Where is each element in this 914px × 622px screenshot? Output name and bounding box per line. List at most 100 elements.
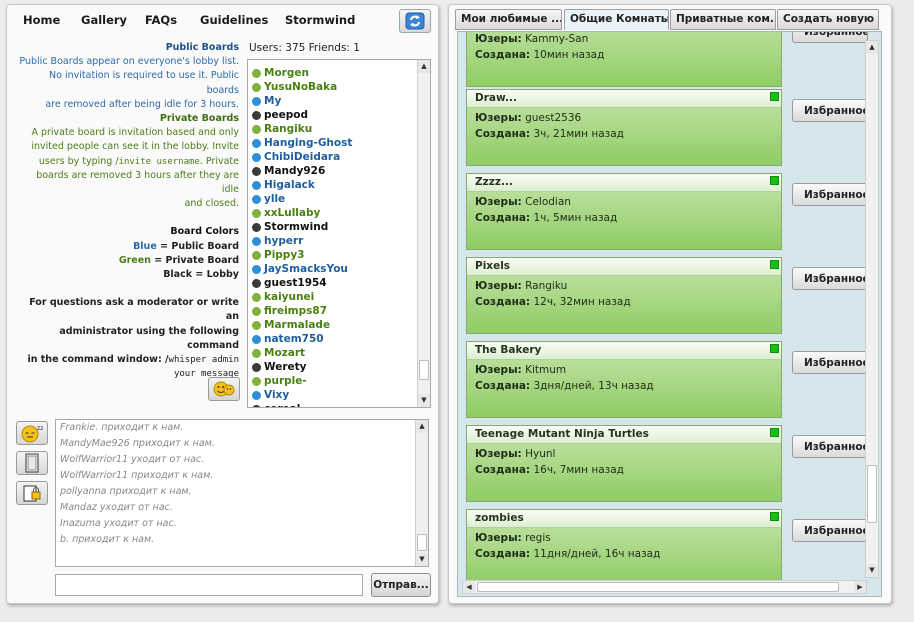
user-list-item[interactable]: ChibiDeidara [252, 150, 340, 164]
room-list-scrollbar[interactable]: ▲ ▼ [865, 40, 879, 578]
room-status-icon [770, 428, 779, 437]
scroll-right-arrow[interactable]: ▶ [854, 581, 866, 593]
refresh-button[interactable] [399, 9, 431, 33]
user-list-item[interactable]: Morgen [252, 66, 309, 80]
room-users-label: Юзеры: [475, 33, 522, 45]
room-created: Создана: 12ч, 32мин назад [475, 296, 631, 308]
user-name: Mandy926 [264, 165, 326, 177]
room-title: Pixels [475, 260, 511, 272]
whisper-command: whisper admin [168, 355, 239, 366]
user-list-item[interactable]: Hanging-Ghost [252, 136, 352, 150]
room-users-label: Юзеры: [475, 280, 522, 292]
room-created: Создана: 1ч, 5мин назад [475, 212, 617, 224]
user-list-item[interactable]: Higalack [252, 178, 315, 192]
scroll-up-arrow[interactable]: ▲ [416, 420, 428, 433]
favorite-button[interactable]: Избранное [792, 519, 868, 542]
user-list[interactable]: Morgen YusuNoBaka My peepod Rangiku Hanging-G… [247, 59, 431, 408]
tab-favorites[interactable]: Мои любимые ... [455, 9, 562, 30]
chat-log-scrollbar[interactable]: ▲ ▼ [415, 420, 428, 566]
user-list-item[interactable]: fireimps87 [252, 304, 327, 318]
board-button[interactable] [16, 451, 48, 475]
user-list-item[interactable]: Mandy926 [252, 164, 325, 178]
room-card[interactable]: Zzzz... Юзеры: Celodian Создана: 1ч, 5мин … [466, 173, 782, 250]
away-button[interactable]: zz [16, 421, 48, 445]
user-list-item[interactable]: purple- [252, 374, 307, 388]
favorite-button[interactable]: Избранное [792, 183, 868, 206]
room-card[interactable]: Юзеры: Kammy-San Создана: 10мин назад [466, 32, 782, 87]
user-list-item[interactable]: Vixy [252, 388, 289, 402]
room-list-hscrollbar[interactable]: ◀ ▶ [462, 580, 867, 594]
chat-message: WolfWarrior11 уходит от нас. [60, 454, 205, 465]
user-list-item[interactable]: Mozart [252, 346, 305, 360]
room-card[interactable]: The Bakery Юзеры: Kitmum Создана: 3дня/дне… [466, 341, 782, 418]
room-created-label: Создана: [475, 49, 531, 61]
user-list-item[interactable]: Marmalade [252, 318, 330, 332]
user-status-dot-icon [252, 110, 261, 120]
favorite-button[interactable]: Избранное [792, 267, 868, 290]
scroll-thumb[interactable] [417, 534, 427, 551]
user-list-item[interactable]: Pippy3 [252, 248, 304, 262]
favorite-button[interactable]: Избранное [792, 99, 868, 122]
user-list-item[interactable]: YusuNoBaka [252, 80, 337, 94]
user-list-scrollbar[interactable]: ▲ ▼ [417, 60, 430, 407]
user-name: hyperr [264, 235, 304, 247]
chat-log[interactable]: Frankie. приходит к нам. MandyMae926 прих… [55, 419, 429, 567]
user-list-item[interactable]: My [252, 94, 281, 108]
favorite-button[interactable]: Избранное [792, 351, 868, 374]
user-name: YusuNoBaka [264, 81, 338, 93]
room-users-value: regis [525, 532, 551, 544]
nav-home[interactable]: Home [23, 13, 60, 27]
room-users: Юзеры: Celodian [475, 196, 571, 208]
room-card[interactable]: Draw... Юзеры: guest2536 Создана: 3ч, 21ми… [466, 89, 782, 166]
user-status-dot-icon [252, 194, 261, 204]
user-list-item[interactable]: ylle [252, 192, 285, 206]
scroll-thumb[interactable] [867, 465, 877, 523]
user-list-item[interactable]: natem750 [252, 332, 324, 346]
favorite-button[interactable]: Избранное [792, 32, 868, 43]
room-created-label: Создана: [475, 212, 531, 224]
scroll-up-arrow[interactable]: ▲ [866, 41, 878, 54]
room-card[interactable]: zombies Юзеры: regis Создана: 11дня/дней, … [466, 509, 782, 586]
tab-public-rooms[interactable]: Общие Комнаты. [564, 9, 669, 30]
tab-private-rooms[interactable]: Приватные ком... [670, 9, 776, 30]
room-card[interactable]: Teenage Mutant Ninja Turtles Юзеры: Hyunl… [466, 425, 782, 502]
user-name: Werety [264, 361, 307, 373]
scroll-thumb[interactable] [477, 582, 839, 592]
nav-guidelines[interactable]: Guidelines [200, 13, 268, 27]
user-list-item[interactable]: guest1954 [252, 276, 327, 290]
scroll-down-arrow[interactable]: ▼ [866, 564, 878, 577]
user-list-item[interactable]: peepod [252, 108, 308, 122]
nav-faqs[interactable]: FAQs [145, 13, 177, 27]
board-info: Public Boards Public Boards appear on ev… [17, 41, 239, 381]
chat-message: b. приходит к нам. [60, 534, 155, 545]
scroll-left-arrow[interactable]: ◀ [463, 581, 475, 593]
user-list-item[interactable]: cereal. [252, 402, 304, 407]
user-list-item[interactable]: xxLullaby [252, 206, 320, 220]
scroll-up-arrow[interactable]: ▲ [418, 60, 430, 73]
private-board-button[interactable] [16, 481, 48, 505]
send-button[interactable]: Отправ... [371, 573, 431, 597]
user-list-item[interactable]: Stormwind [252, 220, 328, 234]
emote-button[interactable] [208, 377, 240, 401]
user-list-item[interactable]: hyperr [252, 234, 303, 248]
nav-stormwind[interactable]: Stormwind [285, 13, 355, 27]
user-status-dot-icon [252, 68, 261, 78]
scroll-thumb[interactable] [419, 360, 429, 380]
chat-input[interactable] [55, 574, 363, 596]
room-created: Создана: 11дня/дней, 16ч назад [475, 548, 660, 560]
private-board-icon [23, 485, 41, 502]
nav-gallery[interactable]: Gallery [81, 13, 127, 27]
room-title-bar: Draw... [467, 90, 781, 108]
user-list-item[interactable]: JaySmacksYou [252, 262, 348, 276]
user-list-item[interactable]: kaiyunei [252, 290, 314, 304]
scroll-down-arrow[interactable]: ▼ [416, 553, 428, 566]
user-status-dot-icon [252, 96, 261, 106]
scroll-down-arrow[interactable]: ▼ [418, 394, 430, 407]
tab-create-new[interactable]: Создать новую ... [777, 9, 879, 30]
user-list-item[interactable]: Werety [252, 360, 307, 374]
legend-color-name: Black [163, 269, 193, 281]
room-users-value: Hyunl [525, 448, 556, 460]
user-list-item[interactable]: Rangiku [252, 122, 312, 136]
favorite-button[interactable]: Избранное [792, 435, 868, 458]
room-card[interactable]: Pixels Юзеры: Rangiku Создана: 12ч, 32мин … [466, 257, 782, 334]
